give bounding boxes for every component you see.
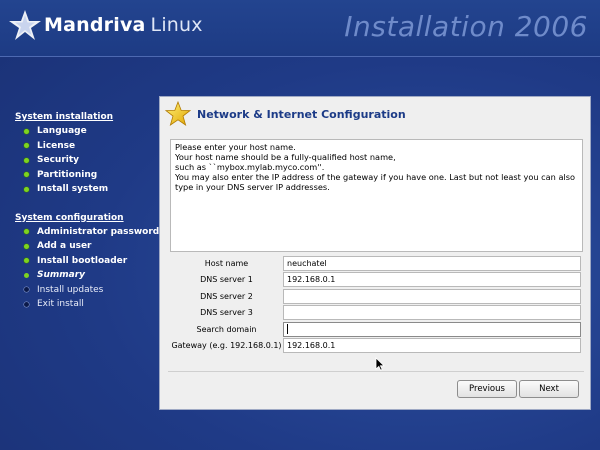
text-caret [287,324,288,334]
description-line: Your host name should be a fully-qualifi… [175,152,396,162]
dns-server-1-input[interactable]: 192.168.0.1 [283,272,581,287]
gateway-input[interactable]: 192.168.0.1 [283,338,581,353]
step-done-icon [24,229,29,235]
search-domain-label: Search domain [196,324,257,334]
description-line: such as ``mybox.mylab.myco.com''. [175,162,325,172]
step-done-icon [24,243,29,249]
panel-title: Network & Internet Configuration [197,107,406,121]
network-form: Host name neuchatel DNS server 1 192.168… [170,255,583,354]
description-box: Please enter your host name. Your host n… [170,139,583,252]
step-install-bootloader: Install bootloader [15,254,165,269]
step-language: Language [15,124,165,139]
dns-server-1-label: DNS server 1 [200,275,253,284]
next-button[interactable]: Next [519,380,579,398]
form-row-search-domain: Search domain [170,321,583,337]
step-administrator-password: Administrator password [15,225,165,240]
step-exit-install: Exit install [15,297,165,312]
step-summary: Summary [15,268,165,283]
step-security: Security [15,153,165,168]
step-done-icon [24,143,29,149]
step-current-icon [24,272,29,278]
form-row-gateway: Gateway (e.g. 192.168.0.1) 192.168.0.1 [170,338,583,354]
search-domain-input[interactable] [283,321,581,337]
step-add-user: Add a user [15,239,165,254]
step-license: License [15,139,165,154]
step-pending-icon [24,287,29,293]
form-row-dns-2: DNS server 2 [170,288,583,304]
dns-server-2-label: DNS server 2 [200,291,253,301]
step-done-icon [24,258,29,264]
form-row-dns-1: DNS server 1 192.168.0.1 [170,272,583,288]
mandriva-logo: Mandriva Linux [8,10,203,40]
brand-name: Mandriva Linux [44,14,203,36]
form-row-host-name: Host name neuchatel [170,255,583,271]
edition-label: Installation 2006 [344,10,588,43]
panel-header: Network & Internet Configuration [160,97,590,131]
gold-star-icon [165,101,191,126]
section-title-system-installation: System installation [15,112,114,122]
step-partitioning: Partitioning [15,168,165,183]
mandriva-star-icon [9,10,41,40]
description-line: Please enter your host name. [175,142,296,152]
description-line: You may also enter the IP address of the… [175,172,576,192]
dns-server-3-input[interactable] [283,305,581,320]
mouse-pointer-icon [375,357,385,371]
dns-server-2-input[interactable] [283,288,581,304]
section-title-system-configuration: System configuration [15,212,124,223]
dns-server-3-label: DNS server 3 [200,308,253,317]
host-name-input[interactable]: neuchatel [283,255,581,271]
step-install-system: Install system [15,182,165,197]
header-bar: Mandriva Linux Installation 2006 [0,0,600,56]
form-row-dns-3: DNS server 3 [170,305,583,321]
step-done-icon [24,157,29,163]
step-done-icon [24,128,29,134]
gateway-label: Gateway (e.g. 192.168.0.1) [171,341,282,350]
step-done-icon [24,186,29,192]
step-install-updates: Install updates [15,283,165,298]
install-steps-sidebar: System installation Language License Sec… [15,110,165,312]
step-done-icon [24,172,29,178]
button-divider [168,371,584,372]
host-name-label: Host name [204,258,249,268]
header-divider [0,56,600,57]
step-pending-icon [24,301,29,307]
previous-button[interactable]: Previous [457,380,517,398]
